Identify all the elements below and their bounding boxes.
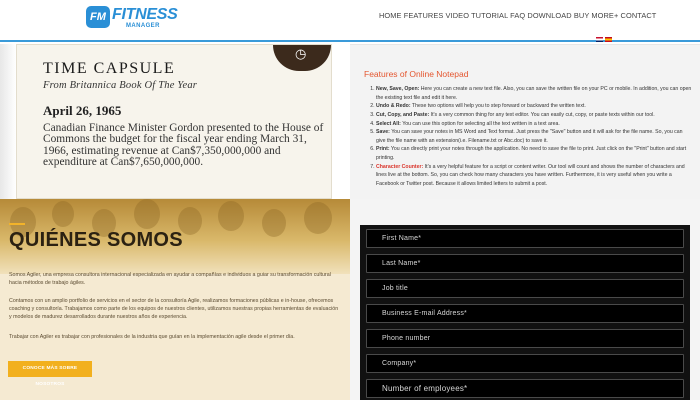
feature-label: Save: (376, 129, 390, 136)
last-name-field[interactable]: Last Name* (366, 254, 684, 273)
feature-text: It's a very helpful feature for a script… (376, 163, 685, 187)
history-clock-icon: ◷ (295, 46, 307, 61)
feature-label: New, Save, Open: (376, 86, 420, 92)
feature-item: Character Counter: It's a very helpful f… (376, 163, 692, 189)
history-badge: ◷ (273, 45, 331, 71)
job-title-field[interactable]: Job title (366, 279, 684, 298)
logo-wordmark: FITNESS (112, 6, 178, 23)
feature-item: Print: You can directly print your notes… (376, 145, 692, 162)
time-capsule-card: ◷ TIME CAPSULE From Britannica Book Of T… (16, 44, 332, 199)
feature-label: Character Counter: (376, 163, 424, 170)
feature-text: Here you can create a new text file. Als… (376, 86, 692, 101)
feature-label: Print: (376, 146, 390, 153)
time-capsule-date: April 26, 1965 (43, 103, 122, 118)
feature-item: New, Save, Open: Here you can create a n… (376, 85, 692, 102)
feature-item: Undo & Redo: These two options will help… (376, 102, 692, 111)
quienes-somos-section: QUIÉNES SOMOS Somos Agiler, una empresa … (0, 199, 350, 400)
title-accent-rule (9, 223, 25, 225)
feature-label: Undo & Redo: (376, 103, 411, 110)
feature-item: Select All: You can use this option for … (376, 120, 692, 129)
team-photo-figure (134, 199, 160, 229)
company-field[interactable]: Company* (366, 354, 684, 373)
logo-subtitle: MANAGER (126, 23, 160, 29)
time-capsule-title: TIME CAPSULE (43, 60, 176, 77)
flag-es-icon[interactable] (605, 37, 612, 42)
feature-text: It's a very common thing for any text ed… (429, 111, 655, 118)
panel-shadow (0, 44, 16, 199)
about-paragraph: Contamos con un amplio portfolio de serv… (9, 298, 339, 320)
feature-text: You can directly print your notes throug… (376, 146, 687, 161)
time-capsule-panel: ◷ TIME CAPSULE From Britannica Book Of T… (0, 44, 350, 199)
phone-number-field[interactable]: Phone number (366, 329, 684, 348)
feature-item: Cut, Copy, and Paste: It's a very common… (376, 111, 692, 120)
fitness-manager-logo[interactable]: FM FITNESS MANAGER (86, 6, 178, 32)
feature-text: These two options will help you to step … (410, 103, 586, 110)
logo-badge: FM (86, 6, 110, 28)
feature-label: Select All: (376, 120, 401, 127)
business-email-field[interactable]: Business E-mail Address* (366, 304, 684, 323)
first-name-field[interactable]: First Name* (366, 229, 684, 248)
contact-form-panel: First Name* Last Name* Job title Busines… (350, 199, 700, 400)
quienes-somos-title: QUIÉNES SOMOS (9, 229, 183, 251)
team-photo-figure (262, 209, 286, 237)
notepad-features-panel: Features of Online Notepad New, Save, Op… (350, 44, 700, 199)
notepad-features-list: New, Save, Open: Here you can create a n… (376, 85, 692, 188)
employees-count-field[interactable]: Number of employees* (366, 379, 684, 398)
main-nav[interactable]: HOME FEATURES VIDEO TUTORIAL FAQ DOWNLOA… (379, 11, 656, 20)
time-capsule-subtitle: From Britannica Book Of The Year (43, 80, 198, 91)
contact-form: First Name* Last Name* Job title Busines… (360, 225, 690, 400)
about-paragraph: Trabajar con Agiler es trabajar con prof… (9, 334, 295, 340)
time-capsule-body: Canadian Finance Minister Gordon present… (43, 122, 324, 169)
flag-en-icon[interactable] (596, 37, 603, 42)
feature-text: You can use this option for selecting al… (400, 120, 560, 127)
team-photo-figure (304, 202, 332, 234)
about-paragraph: Somos Agiler, una empresa consultora int… (9, 272, 331, 286)
feature-text: You can save your notes in MS Word and T… (376, 129, 683, 144)
feature-label: Cut, Copy, and Paste: (376, 111, 430, 118)
feature-item: Save: You can save your notes in MS Word… (376, 128, 692, 145)
team-photo-figure (52, 201, 74, 227)
site-header: FM FITNESS MANAGER HOME FEATURES VIDEO T… (0, 0, 700, 42)
learn-more-button[interactable]: CONOCE MÁS SOBRE NOSOTROS (8, 361, 92, 387)
team-photo-figure (218, 201, 244, 231)
notepad-features-title: Features of Online Notepad (364, 69, 469, 79)
